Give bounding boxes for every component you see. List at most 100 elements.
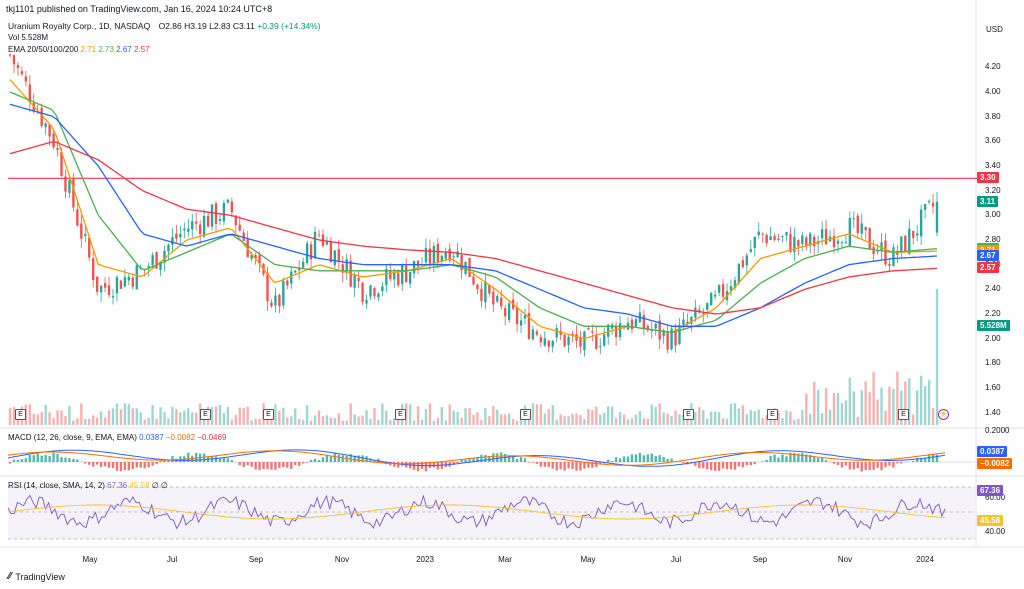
macd-hist-bar (8, 462, 12, 464)
macd-hist-bar (290, 462, 293, 469)
volume-bar (313, 415, 317, 425)
volume-bar (305, 405, 309, 425)
candle-body (95, 276, 99, 292)
earnings-marker[interactable]: E (15, 409, 26, 420)
volume-bar (321, 416, 325, 425)
volume-bar (916, 390, 919, 425)
macd-hist-bar (801, 452, 804, 462)
macd-hist-bar (900, 462, 903, 464)
volume-bar (68, 405, 71, 425)
volume-bar (99, 411, 103, 425)
earnings-marker[interactable]: E (200, 409, 211, 420)
macd-hist-bar (531, 462, 535, 463)
ema50-value: 2.73 (98, 45, 114, 54)
volume-bar (749, 410, 752, 425)
macd-hist-bar (595, 462, 598, 468)
volume-bar (721, 418, 725, 425)
earnings-marker[interactable]: E (263, 409, 274, 420)
volume-legend: Vol 5.528M (8, 33, 48, 42)
volume-bar (785, 410, 788, 425)
volume-bar (678, 414, 681, 425)
tradingview-logo-icon: ⁄∕ (8, 571, 12, 582)
candle-body (369, 285, 372, 297)
volume-bar (440, 406, 443, 425)
candle-body (551, 340, 554, 347)
candle-body (238, 224, 241, 231)
candle-body (587, 327, 590, 330)
volume-bar (143, 419, 146, 425)
volume-bar (511, 418, 515, 425)
candle-body (48, 124, 51, 137)
candle-body (274, 295, 277, 306)
volume-bar (222, 412, 226, 425)
price-badge: 2.67 (977, 250, 999, 262)
candle-body (919, 209, 923, 237)
macd-hist-bar (642, 455, 646, 462)
earnings-marker[interactable]: E (898, 409, 909, 420)
volume-bar (618, 412, 622, 425)
volume-bar (555, 419, 558, 425)
chart-canvas[interactable] (0, 0, 1024, 589)
candle-body (333, 250, 337, 266)
candle-body (24, 76, 28, 82)
macd-hist-bar (769, 455, 772, 462)
volume-bar (638, 410, 642, 425)
earnings-marker[interactable]: E (520, 409, 531, 420)
macd-hist-bar (321, 457, 325, 462)
candle-body (614, 325, 618, 338)
volume-bar (361, 415, 364, 425)
volume-bar (492, 405, 495, 425)
candle-body (345, 259, 348, 271)
volume-bar (702, 410, 705, 425)
candle-body (892, 247, 895, 266)
volume-bar (793, 419, 796, 425)
price-tick-label: 3.40 (985, 161, 1001, 170)
candle-body (523, 315, 527, 319)
macd-hist-bar (24, 458, 28, 462)
macd-hist-bar (143, 462, 146, 469)
candle-body (515, 307, 519, 325)
macd-legend: MACD (12, 26, close, 9, EMA, EMA) 0.0387… (8, 433, 226, 442)
candle-body (476, 284, 479, 290)
volume-bar (420, 419, 424, 425)
candle-body (56, 148, 59, 150)
volume-bar (484, 408, 487, 425)
volume-bar (654, 406, 657, 425)
macd-hist-bar (135, 462, 138, 468)
candle-body (44, 123, 47, 128)
volume-bar (95, 417, 99, 425)
macd-hist-bar (341, 455, 344, 462)
volume-bar (309, 420, 313, 425)
volume-bar (876, 399, 879, 425)
earnings-marker[interactable]: E (683, 409, 694, 420)
volume-bar (218, 405, 222, 425)
macd-hist-bar (777, 457, 780, 462)
candle-body (484, 281, 487, 303)
earnings-marker[interactable]: E (395, 409, 406, 420)
macd-hist-bar (76, 459, 79, 462)
volume-bar (579, 415, 582, 425)
open-value: O2.86 (158, 21, 182, 31)
currency-label[interactable]: USD (986, 25, 1003, 34)
macd-hist-bar (836, 462, 840, 465)
ema200-value: 2.57 (133, 45, 150, 54)
dividend-marker[interactable]: ⚡ (938, 409, 949, 420)
macd-hist-bar (515, 458, 519, 462)
volume-bar (860, 390, 863, 425)
candle-body (777, 238, 780, 240)
candle-body (92, 258, 95, 280)
symbol-name[interactable]: Uranium Royalty Corp., 1D, NASDAQ (8, 21, 150, 31)
rsi-lower-value: ∅ (160, 481, 168, 490)
volume-bar (583, 418, 586, 425)
volume-bar (377, 419, 380, 425)
macd-hist-bar (218, 458, 222, 462)
macd-hist-bar (559, 462, 562, 470)
macd-hist-bar (916, 457, 919, 462)
candle-body (282, 281, 285, 306)
macd-hist-bar (68, 458, 71, 462)
candle-body (654, 323, 657, 329)
candle-body (198, 224, 202, 235)
time-tick-label: Sep (752, 555, 768, 564)
macd-hist-bar (20, 459, 24, 462)
earnings-marker[interactable]: E (767, 409, 778, 420)
